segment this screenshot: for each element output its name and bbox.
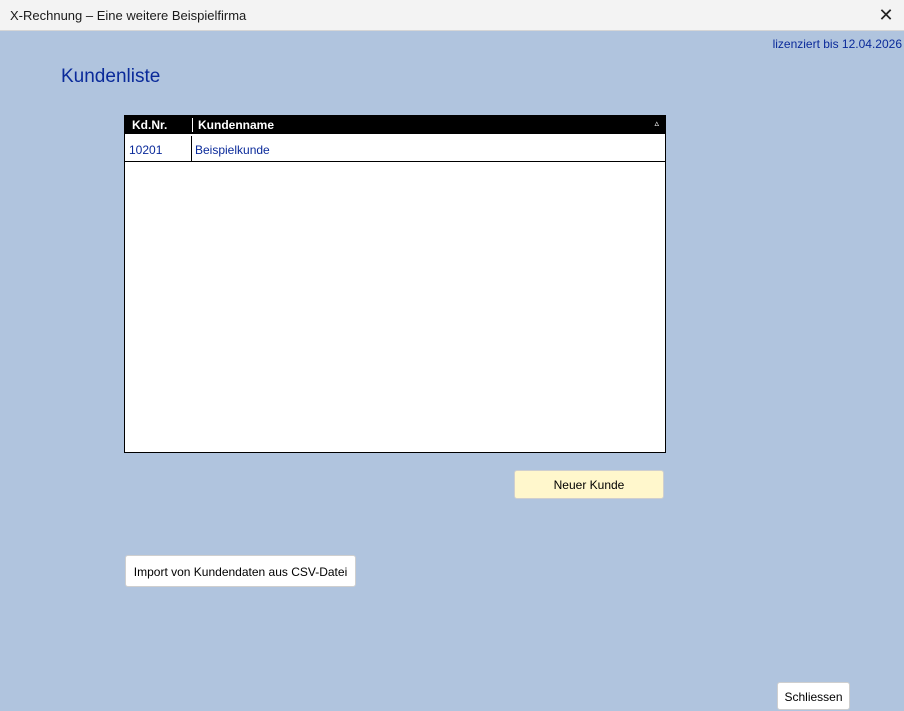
client-area: lizenziert bis 12.04.2026 Kundenliste Kd… [0,31,904,711]
sort-ascending-icon[interactable]: ▵ [654,118,659,129]
column-separator[interactable] [192,118,193,132]
import-csv-button[interactable]: Import von Kundendaten aus CSV-Datei [125,555,356,587]
new-customer-button[interactable]: Neuer Kunde [514,470,664,499]
close-button[interactable]: Schliessen [777,682,850,710]
title-bar: X-Rechnung – Eine weitere Beispielfirma … [0,0,904,31]
table-row[interactable]: 10201 Beispielkunde [125,136,665,162]
column-header-kdnr[interactable]: Kd.Nr. [132,118,167,132]
cell-kdnr[interactable]: 10201 [129,143,162,157]
cell-separator [191,136,192,161]
cell-kundenname[interactable]: Beispielkunde [195,143,270,157]
close-icon[interactable]: ✕ [874,3,898,27]
customer-table: Kd.Nr. Kundenname ▵ 10201 Beispielkunde [124,115,666,453]
column-header-kundenname[interactable]: Kundenname [198,118,274,132]
window-title: X-Rechnung – Eine weitere Beispielfirma [10,8,247,23]
page-title: Kundenliste [61,66,161,87]
license-info: lizenziert bis 12.04.2026 [772,37,902,51]
table-header: Kd.Nr. Kundenname ▵ [125,116,665,134]
